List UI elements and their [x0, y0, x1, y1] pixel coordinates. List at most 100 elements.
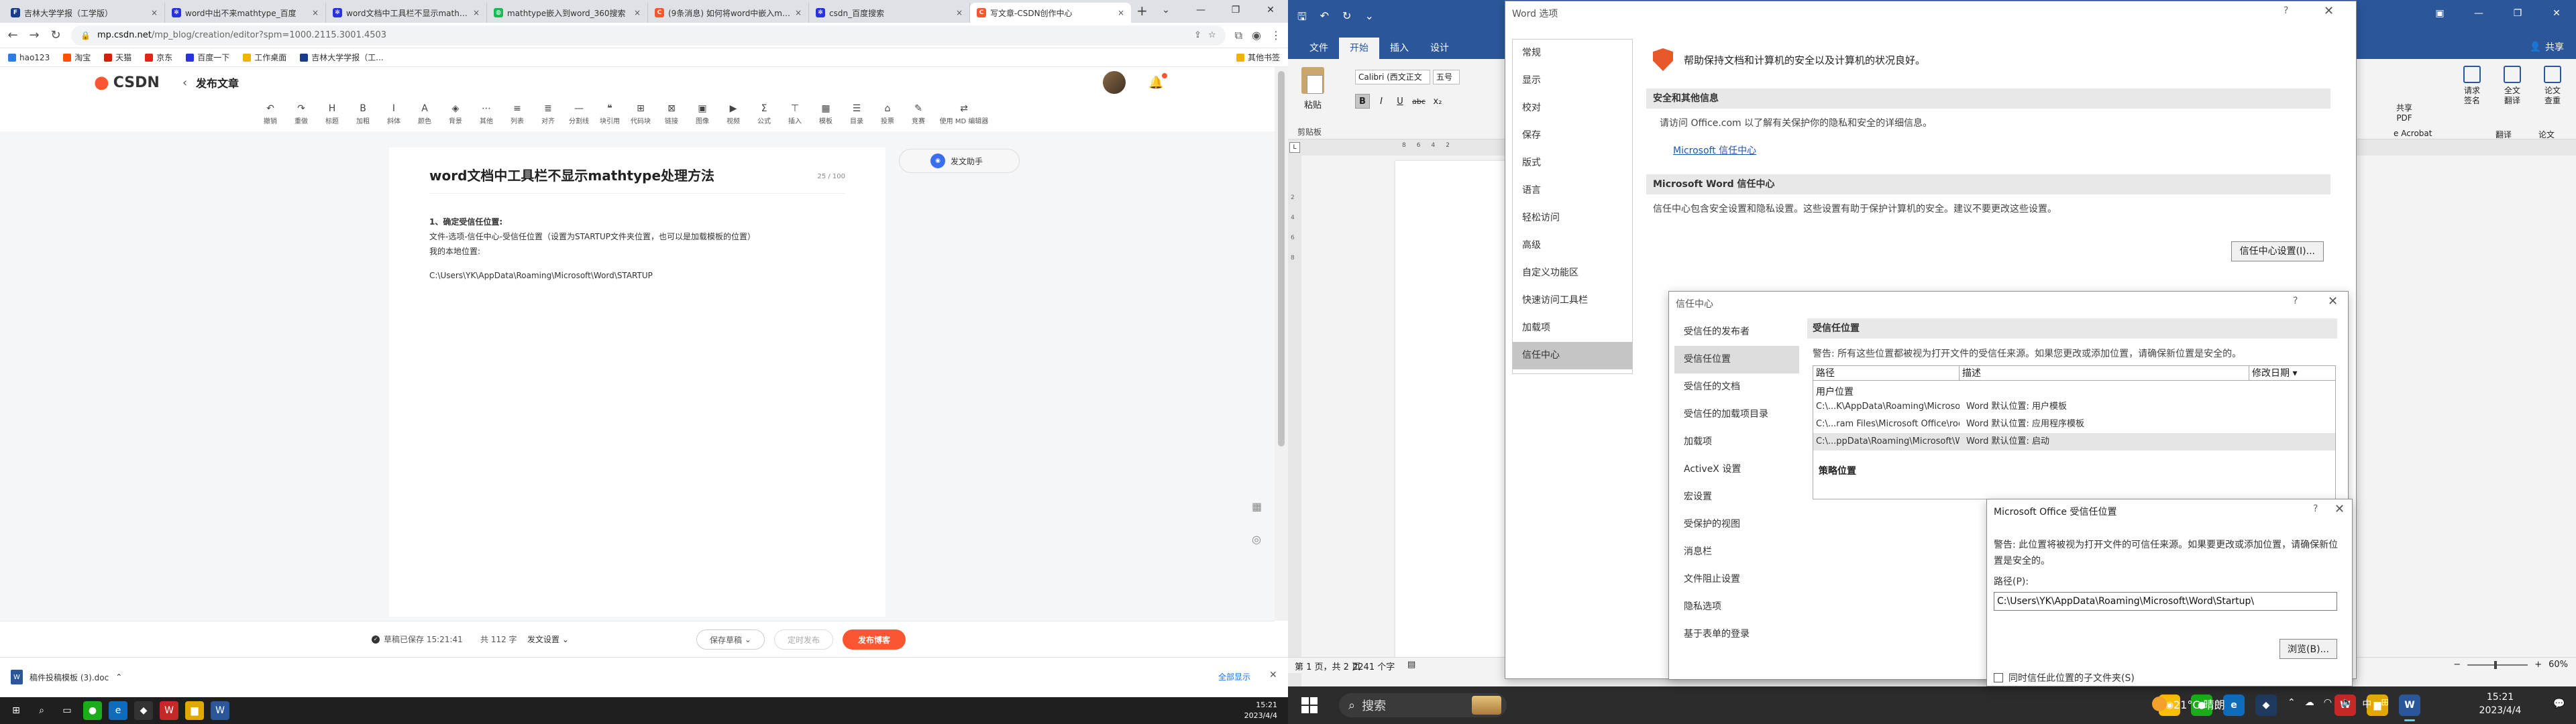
- extensions-icon[interactable]: ⧉: [1235, 29, 1242, 42]
- close-icon[interactable]: ✕: [2537, 0, 2576, 27]
- wechat-icon[interactable]: ●: [83, 701, 102, 720]
- word-icon[interactable]: W: [2399, 695, 2420, 721]
- browse-button[interactable]: 浏览(B)...: [2279, 639, 2337, 659]
- minimize-icon[interactable]: —: [2459, 0, 2498, 27]
- chevron-left-icon[interactable]: ‹: [182, 76, 187, 90]
- windows-icon[interactable]: ⊞: [7, 701, 25, 720]
- chevron-down-icon[interactable]: ⌄: [1148, 0, 1183, 20]
- save-draft-button[interactable]: 保存草稿 ⌄: [696, 629, 765, 650]
- help-icon[interactable]: ?: [2284, 5, 2288, 16]
- options-nav-item[interactable]: 保存: [1513, 122, 1632, 149]
- toolbar-button[interactable]: A 颜色: [409, 99, 440, 127]
- table-row[interactable]: C:\...K\AppData\Roaming\Microsoft\Templa…: [1813, 398, 2335, 416]
- app-icon[interactable]: ◆: [2255, 695, 2277, 716]
- csdn-logo[interactable]: ● CSDN: [94, 72, 160, 93]
- options-nav-item[interactable]: 版式: [1513, 149, 1632, 177]
- reload-icon[interactable]: ↻: [50, 28, 62, 42]
- toolbar-button[interactable]: I 斜体: [378, 99, 409, 127]
- word-count[interactable]: 2241 个字: [1352, 660, 1395, 672]
- toolbar-button[interactable]: ✎ 竞赛: [903, 99, 934, 127]
- trust-center-nav-item[interactable]: 隐私选项: [1674, 593, 1799, 621]
- chevron-up-icon[interactable]: ⌃: [115, 672, 122, 682]
- paste-button[interactable]: 粘贴: [1296, 67, 1330, 111]
- bookmark-item[interactable]: 百度一下: [186, 52, 229, 63]
- close-icon[interactable]: ✕: [1253, 0, 1288, 20]
- download-item[interactable]: W 稿件投稿模板 (3).doc ⌃: [11, 670, 122, 684]
- options-nav-item[interactable]: 语言: [1513, 177, 1632, 204]
- tab-close-icon[interactable]: ×: [634, 8, 641, 17]
- customize-icon[interactable]: ⌄: [1364, 9, 1373, 27]
- font-size-select[interactable]: 五号: [1433, 70, 1460, 84]
- bookmark-item[interactable]: hao123: [8, 53, 50, 62]
- column-modified[interactable]: 修改日期 ▾: [2249, 366, 2335, 381]
- new-tab-button[interactable]: +: [1136, 3, 1148, 19]
- tab-close-icon[interactable]: ×: [151, 8, 158, 17]
- trust-center-nav-item[interactable]: 消息栏: [1674, 538, 1799, 566]
- avatar[interactable]: [1103, 71, 1126, 94]
- save-icon[interactable]: 🖫: [1297, 9, 1307, 27]
- trust-center-nav-item[interactable]: 受保护的视图: [1674, 511, 1799, 538]
- scrollbar-thumb[interactable]: [1278, 71, 1285, 446]
- tab-close-icon[interactable]: ×: [473, 8, 480, 17]
- trust-center-nav-item[interactable]: 加载项: [1674, 428, 1799, 456]
- options-nav-item[interactable]: 加载项: [1513, 314, 1632, 342]
- article-title[interactable]: word文档中工具栏不显示mathtype处理方法: [429, 165, 714, 184]
- tab-stop-selector[interactable]: L: [1289, 142, 1300, 153]
- app-icon[interactable]: ◆: [134, 701, 153, 720]
- zoom-in-icon[interactable]: +: [2534, 660, 2542, 670]
- trust-center-nav-item[interactable]: ActiveX 设置: [1674, 456, 1799, 483]
- underline-button[interactable]: U: [1393, 94, 1407, 109]
- trust-center-settings-button[interactable]: 信任中心设置(I)...: [2231, 241, 2324, 261]
- options-nav-item[interactable]: 显示: [1513, 67, 1632, 95]
- toolbar-button[interactable]: H 标题: [317, 99, 347, 127]
- tab-home[interactable]: 开始: [1339, 38, 1379, 59]
- trust-center-nav-item[interactable]: 基于表单的登录: [1674, 621, 1799, 648]
- table-row[interactable]: C:\...ram Files\Microsoft Office\root\Te…: [1813, 416, 2335, 433]
- tab-close-icon[interactable]: ×: [795, 8, 802, 17]
- wifi-icon[interactable]: ◠: [2324, 697, 2332, 711]
- notification-icon[interactable]: 💬: [2553, 699, 2568, 709]
- toolbar-button[interactable]: ⊠ 链接: [656, 99, 687, 127]
- toolbar-button[interactable]: ◈ 背景: [440, 99, 471, 127]
- browser-tab[interactable]: ◍ mathtype嵌入到word_360搜索 ×: [487, 3, 648, 23]
- italic-button[interactable]: I: [1374, 94, 1389, 109]
- folder-icon[interactable]: ▆: [185, 701, 204, 720]
- network-icon[interactable]: ☁: [2305, 697, 2314, 711]
- strikethrough-button[interactable]: abc: [1411, 94, 1426, 109]
- proofing-icon[interactable]: ▤: [1407, 660, 1415, 670]
- toolbar-button[interactable]: ▣ 图像: [687, 99, 718, 127]
- browser-tab[interactable]: C (9条消息) 如何将word中嵌入mathtype ×: [648, 3, 809, 23]
- subfolders-checkbox[interactable]: 同时信任此位置的子文件夹(S): [1994, 671, 2135, 684]
- browser-tab-active[interactable]: C 写文章-CSDN创作中心 ×: [970, 3, 1131, 23]
- page-scrollbar[interactable]: [1275, 67, 1288, 621]
- close-icon[interactable]: ✕: [2328, 294, 2338, 308]
- toolbar-button[interactable]: B 加粗: [347, 99, 378, 127]
- chevron-up-icon[interactable]: ⌃: [2288, 697, 2296, 711]
- trust-center-nav-item[interactable]: 文件阻止设置: [1674, 566, 1799, 593]
- timed-publish-button[interactable]: 定时发布: [774, 629, 833, 650]
- bookmark-item[interactable]: 淘宝: [63, 52, 91, 63]
- checkbox-box[interactable]: [1994, 673, 2003, 682]
- toolbar-button[interactable]: ☰ 目录: [841, 99, 872, 127]
- column-description[interactable]: 描述: [1960, 366, 2249, 381]
- toolbar-button[interactable]: ⌂ 投票: [872, 99, 903, 127]
- redo-icon[interactable]: ↻: [1342, 9, 1351, 27]
- bookmark-item[interactable]: 工作桌面: [243, 52, 286, 63]
- windows-icon[interactable]: [1301, 697, 1318, 713]
- toolbar-button[interactable]: ⊞ 代码块: [625, 99, 656, 127]
- toolbar-button[interactable]: ❝ 块引用: [594, 99, 625, 127]
- forward-icon[interactable]: →: [28, 28, 40, 42]
- share-button[interactable]: 👤 共享: [2530, 40, 2564, 54]
- options-nav-item[interactable]: 自定义功能区: [1513, 259, 1632, 287]
- trust-center-nav-item[interactable]: 受信任位置: [1674, 346, 1799, 373]
- back-icon[interactable]: ←: [7, 28, 19, 42]
- writing-assistant-button[interactable]: ◉ 发文助手: [899, 149, 1020, 173]
- toolbar-button[interactable]: ⋯ 其他: [471, 99, 502, 127]
- profile-icon[interactable]: ◉: [1252, 29, 1261, 42]
- toolbar-button[interactable]: ≡ 列表: [502, 99, 533, 127]
- volume-icon[interactable]: 🔈: [2341, 697, 2353, 711]
- options-nav-item[interactable]: 常规: [1513, 40, 1632, 67]
- browser-tab[interactable]: ✻ csdn_百度搜索 ×: [809, 3, 970, 23]
- toolbar-button[interactable]: ↷ 重做: [286, 99, 317, 127]
- toolbar-button[interactable]: ⇄ 使用 MD 编辑器: [934, 99, 994, 127]
